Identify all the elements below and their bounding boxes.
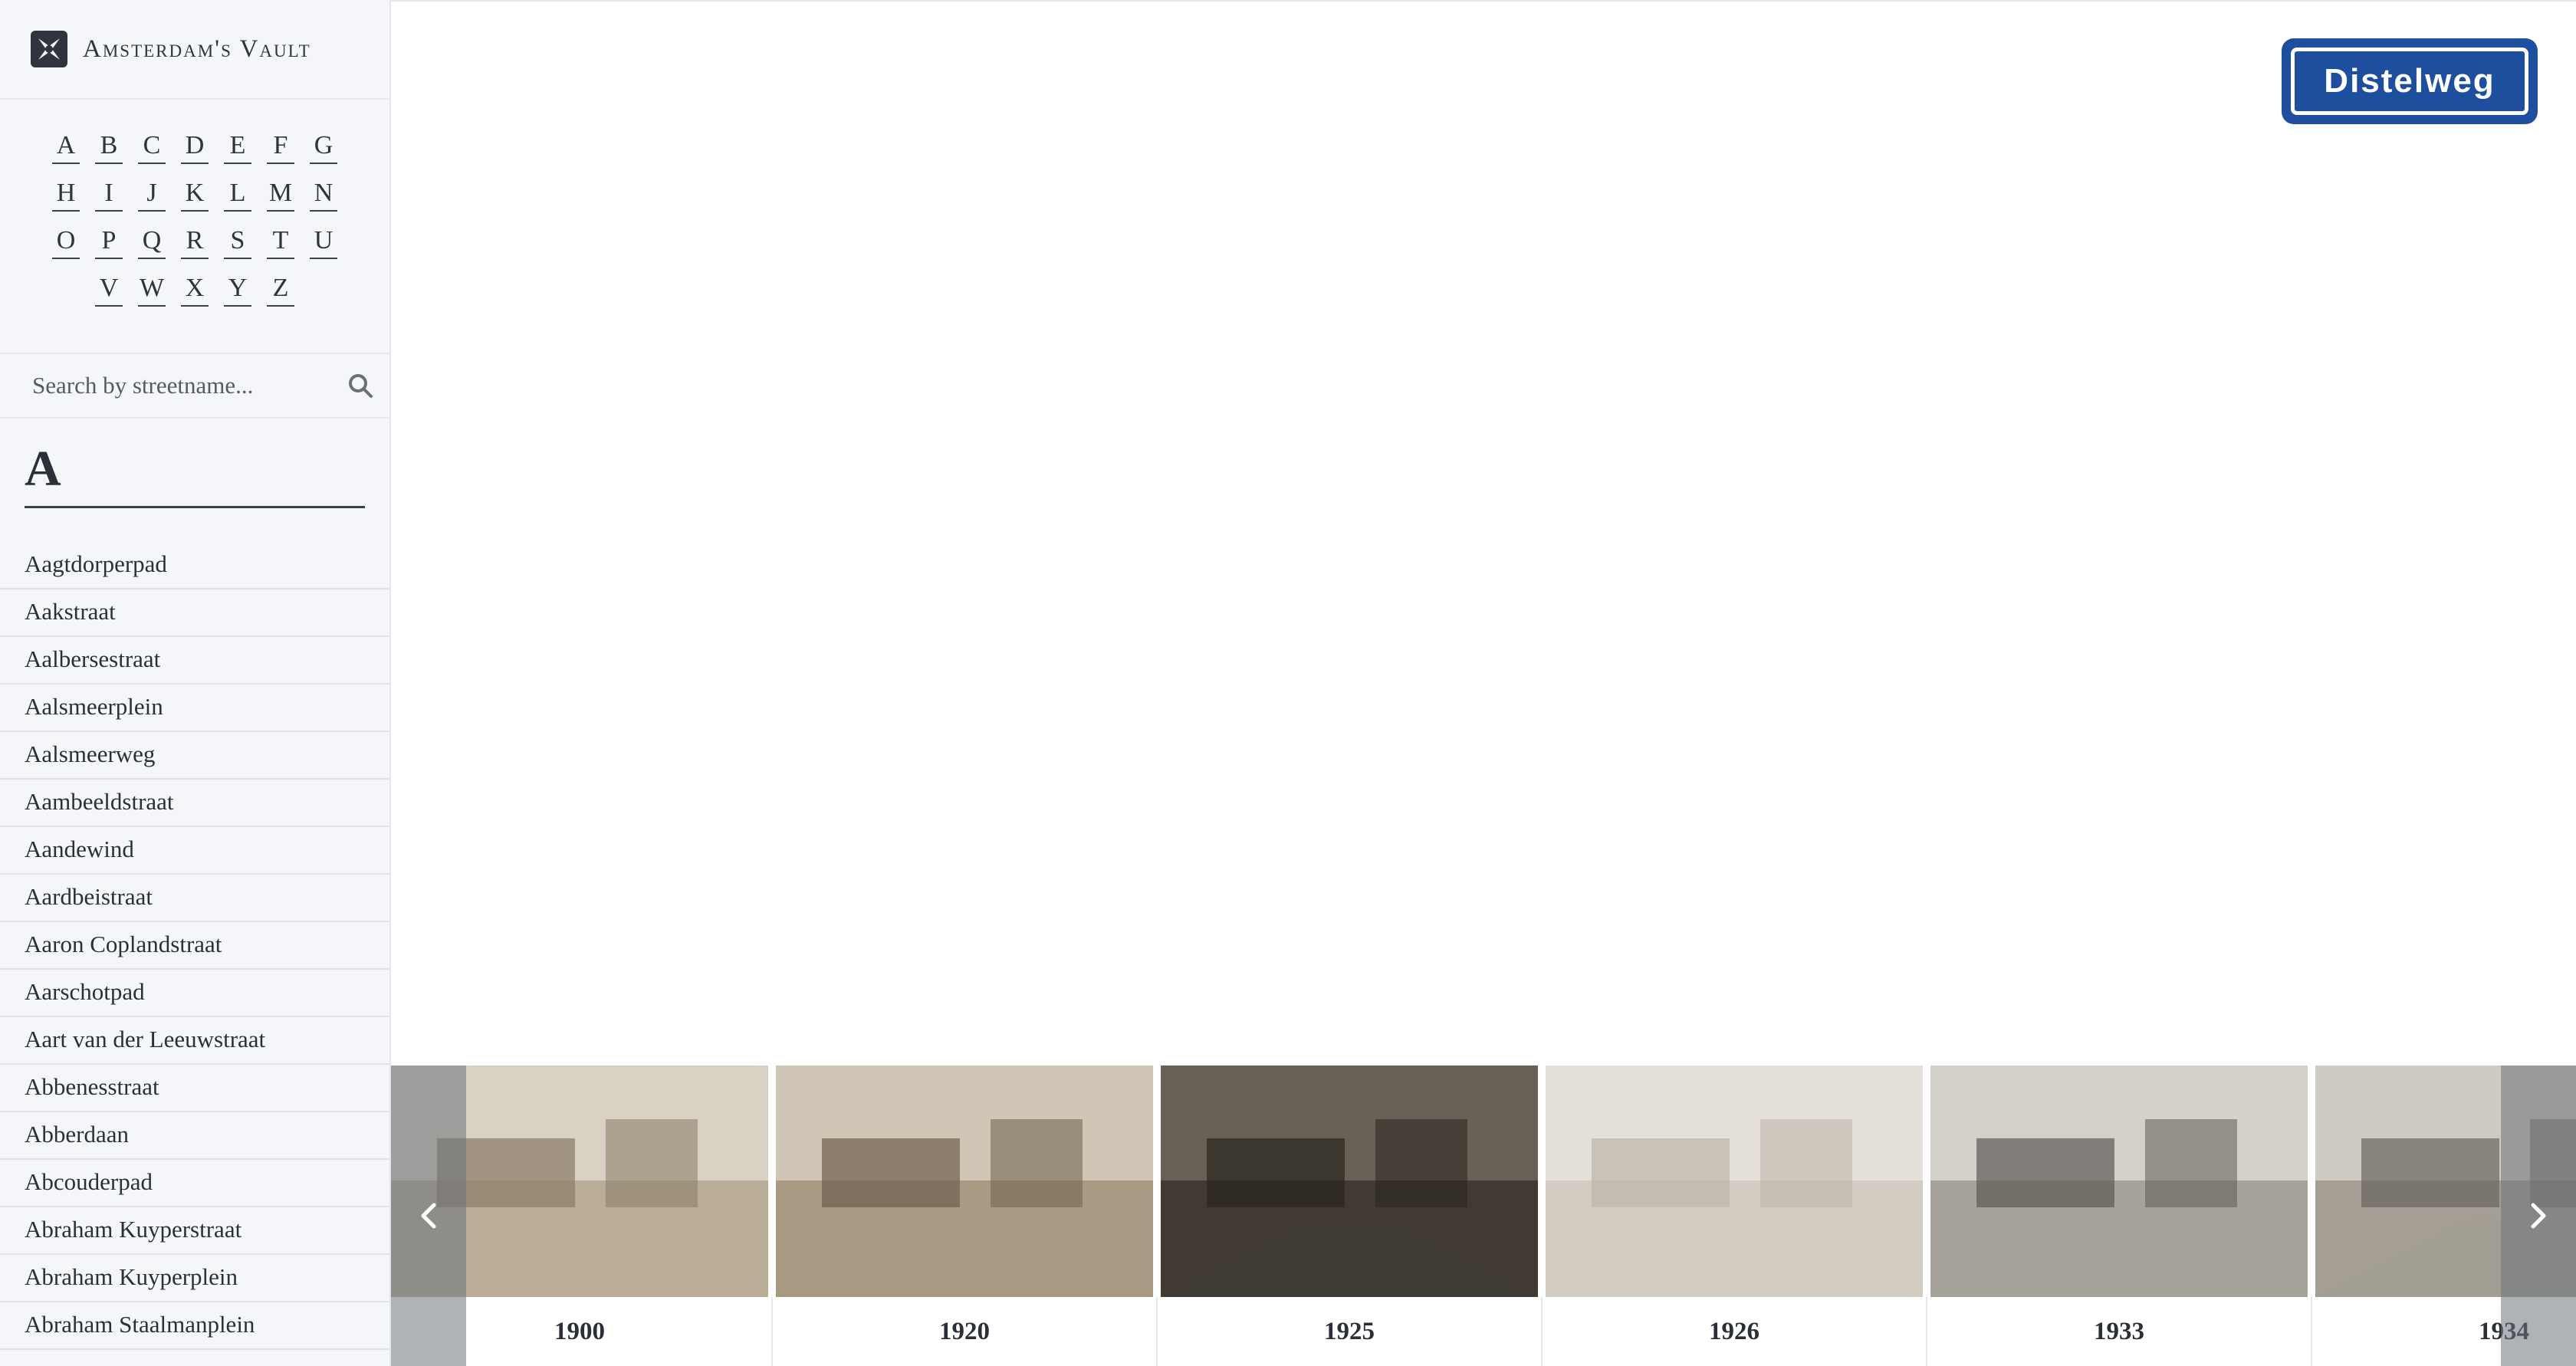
timeline-year: 1920 (939, 1318, 990, 1345)
street-list-item[interactable]: Aagtdorperpad (0, 542, 389, 589)
historic-photo[interactable] (1930, 1066, 2308, 1297)
street-sign-label: Distelweg (2324, 62, 2496, 100)
timeline-divider (2311, 1297, 2312, 1366)
alphabet-letter-link[interactable]: F (267, 129, 294, 164)
brand-header[interactable]: Amsterdam's Vault (0, 0, 389, 100)
street-sign: Distelweg (2285, 41, 2535, 121)
alphabet-letter-link[interactable]: H (52, 176, 80, 212)
timeline-item[interactable]: 1926 (1546, 1066, 1926, 1366)
alphabet-letter-link[interactable]: T (267, 224, 294, 259)
chevron-right-icon (2531, 1203, 2546, 1229)
alphabet-letter-link[interactable]: G (310, 129, 337, 164)
timeline-year: 1933 (2094, 1318, 2144, 1345)
street-list-item[interactable]: Aalsmeerplein (0, 685, 389, 732)
street-list-item[interactable]: Aarschotpad (0, 970, 389, 1017)
alphabet-letter-link[interactable]: U (310, 224, 337, 259)
timeline-year: 1925 (1324, 1318, 1375, 1345)
alphabet-letter-link[interactable]: W (138, 271, 166, 307)
alphabet-letter-link[interactable]: A (52, 129, 80, 164)
timeline-item[interactable]: 1920 (776, 1066, 1156, 1366)
search-icon[interactable] (347, 372, 374, 399)
timeline-prev-button[interactable] (391, 1066, 466, 1366)
timeline-divider (1541, 1297, 1543, 1366)
brand-title: Amsterdam's Vault (83, 34, 311, 63)
alphabet-letter-link[interactable]: I (95, 176, 123, 212)
alphabet-letter-link[interactable]: E (224, 129, 251, 164)
street-list-item[interactable]: Aalbersestraat (0, 637, 389, 685)
street-list-item[interactable]: Aart van der Leeuwstraat (0, 1017, 389, 1065)
street-list-item[interactable]: Abraham Kuyperplein (0, 1255, 389, 1302)
street-list-item[interactable]: Abberdaan (0, 1112, 389, 1160)
alphabet-row: HIJKLMN (0, 176, 389, 224)
street-list-item[interactable]: Aalsmeerweg (0, 732, 389, 780)
sidebar: Amsterdam's Vault ABCDEFGHIJKLMNOPQRSTUV… (0, 0, 391, 1366)
timeline-track: 190019201925192619331934 (391, 1066, 2576, 1366)
alphabet-row: VWXYZ (0, 271, 389, 319)
timeline-item[interactable]: 1933 (1930, 1066, 2311, 1366)
street-list-item[interactable]: Aambeeldstraat (0, 780, 389, 827)
search-input[interactable] (31, 371, 347, 400)
chevron-left-icon (421, 1203, 436, 1229)
alphabet-letter-link[interactable]: Y (224, 271, 251, 307)
alphabet-letter-link[interactable]: P (95, 224, 123, 259)
historic-photo[interactable] (1161, 1066, 1538, 1297)
street-list-item[interactable]: Abcouderpad (0, 1160, 389, 1207)
alphabet-index: ABCDEFGHIJKLMNOPQRSTUVWXYZ (0, 100, 389, 354)
search-bar (0, 354, 389, 419)
historic-photo[interactable] (776, 1066, 1153, 1297)
street-list-item[interactable]: Abbenesstraat (0, 1065, 389, 1112)
alphabet-letter-link[interactable]: L (224, 176, 251, 212)
historic-photo[interactable] (1546, 1066, 1923, 1297)
timeline-year: 1926 (1709, 1318, 1760, 1345)
street-list-item[interactable]: Abraham Kuyperstraat (0, 1207, 389, 1255)
top-divider (389, 0, 2576, 2)
alphabet-letter-link[interactable]: K (181, 176, 209, 212)
street-list-item[interactable]: Aaron Coplandstraat (0, 922, 389, 970)
section-heading: A (25, 438, 365, 508)
alphabet-letter-link[interactable]: Q (138, 224, 166, 259)
alphabet-letter-link[interactable]: R (181, 224, 209, 259)
street-list: Aagtdorperpad Aakstraat Aalbersestraat Aals… (0, 542, 389, 1350)
alphabet-letter-link[interactable]: S (224, 224, 251, 259)
street-list-item[interactable]: Aakstraat (0, 589, 389, 637)
alphabet-letter-link[interactable]: C (138, 129, 166, 164)
timeline-next-button[interactable] (2501, 1066, 2576, 1366)
timeline-item[interactable]: 1925 (1161, 1066, 1541, 1366)
alphabet-letter-link[interactable]: Z (267, 271, 294, 307)
street-list-item[interactable]: Abraham Staalmanplein (0, 1302, 389, 1350)
street-list-item[interactable]: Aardbeistraat (0, 875, 389, 922)
timeline-divider (771, 1297, 773, 1366)
street-list-item[interactable]: Aandewind (0, 827, 389, 875)
alphabet-row: OPQRSTU (0, 224, 389, 271)
cross-shield-icon (31, 31, 67, 67)
timeline-divider (1156, 1297, 1158, 1366)
alphabet-row: ABCDEFG (0, 129, 389, 176)
alphabet-letter-link[interactable]: J (138, 176, 166, 212)
alphabet-letter-link[interactable]: B (95, 129, 123, 164)
alphabet-letter-link[interactable]: O (52, 224, 80, 259)
alphabet-letter-link[interactable]: V (95, 271, 123, 307)
timeline-divider (1926, 1297, 1927, 1366)
photo-timeline: 190019201925192619331934 (391, 1066, 2576, 1366)
alphabet-letter-link[interactable]: M (267, 176, 294, 212)
alphabet-letter-link[interactable]: X (181, 271, 209, 307)
alphabet-letter-link[interactable]: D (181, 129, 209, 164)
alphabet-letter-link[interactable]: N (310, 176, 337, 212)
